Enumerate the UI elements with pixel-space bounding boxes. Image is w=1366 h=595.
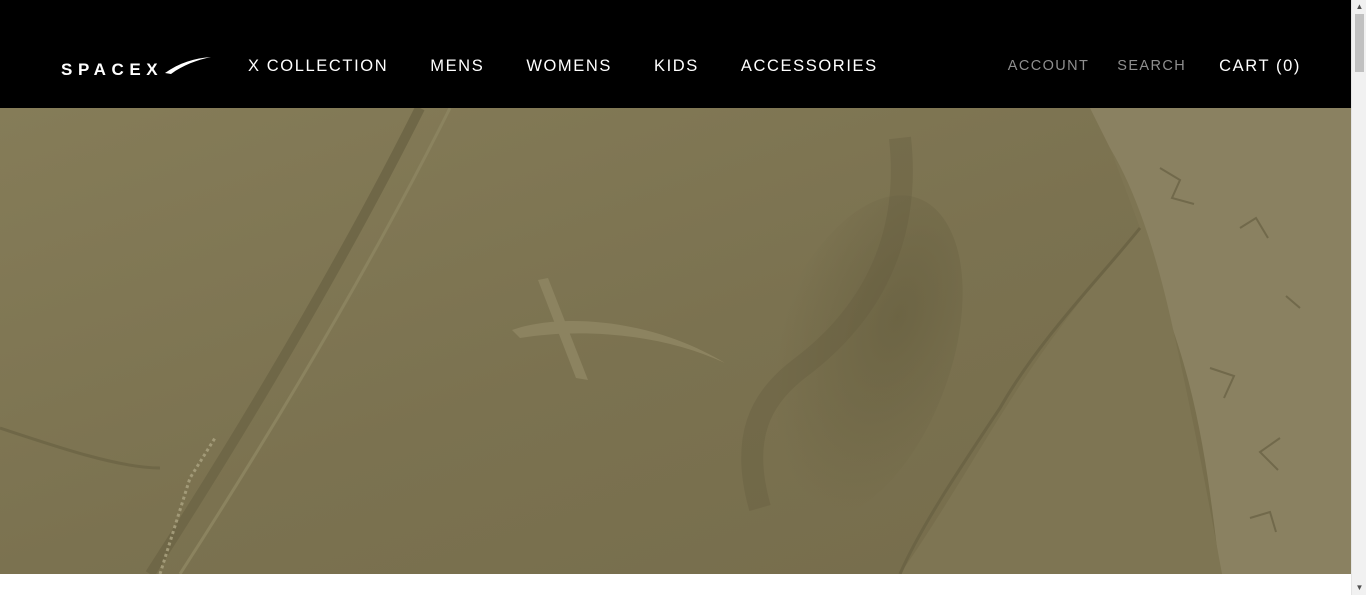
nav-x-collection[interactable]: X COLLECTION bbox=[248, 55, 388, 77]
hero-banner[interactable] bbox=[0, 108, 1351, 574]
nav-accessories[interactable]: ACCESSORIES bbox=[741, 55, 878, 77]
scroll-down-arrow-icon[interactable]: ▼ bbox=[1352, 581, 1366, 595]
scroll-up-arrow-icon[interactable]: ▲ bbox=[1352, 0, 1366, 14]
spacex-logo-icon: SPACEX bbox=[61, 57, 211, 79]
logo-swoosh bbox=[165, 57, 211, 74]
nav-mens[interactable]: MENS bbox=[430, 55, 484, 77]
spacex-logo[interactable]: SPACEX bbox=[61, 55, 213, 79]
page-scrollbar[interactable]: ▲ ▼ bbox=[1351, 0, 1366, 595]
logo-text: SPACEX bbox=[61, 60, 163, 79]
site-header: SPACEX X COLLECTION MENS WOMENS KIDS ACC… bbox=[0, 0, 1351, 108]
search-link[interactable]: SEARCH bbox=[1117, 55, 1186, 77]
nav-kids[interactable]: KIDS bbox=[654, 55, 699, 77]
page: SPACEX X COLLECTION MENS WOMENS KIDS ACC… bbox=[0, 0, 1351, 595]
header-utility-links: ACCOUNT SEARCH CART (0) bbox=[980, 55, 1301, 77]
cart-link[interactable]: CART (0) bbox=[1219, 55, 1301, 77]
main-nav: X COLLECTION MENS WOMENS KIDS ACCESSORIE… bbox=[248, 55, 878, 77]
hero-image bbox=[0, 108, 1351, 574]
scroll-thumb[interactable] bbox=[1355, 14, 1364, 72]
nav-womens[interactable]: WOMENS bbox=[526, 55, 612, 77]
account-link[interactable]: ACCOUNT bbox=[1008, 55, 1090, 77]
